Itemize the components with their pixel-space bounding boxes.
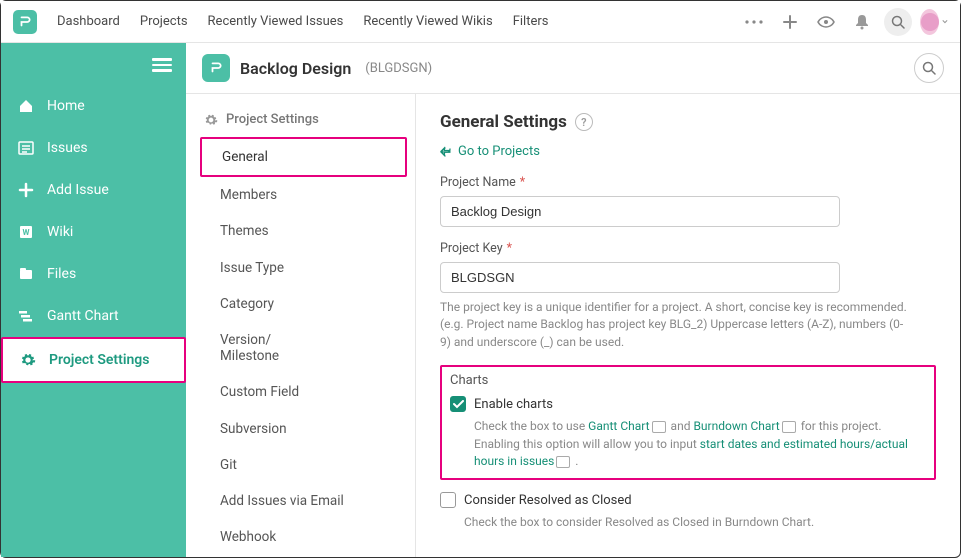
go-to-projects-link[interactable]: Go to Projects xyxy=(440,144,936,159)
settings-subnav: Project Settings General Members Themes … xyxy=(186,94,416,557)
help-icon[interactable]: ? xyxy=(575,113,593,131)
subnav-item-members[interactable]: Members xyxy=(186,177,415,213)
project-key-field: Project Key* The project key is a unique… xyxy=(440,241,936,351)
subnav-item-add-issues-email[interactable]: Add Issues via Email xyxy=(186,483,415,519)
gantt-chart-link[interactable]: Gantt Chart xyxy=(588,419,649,433)
subnav-item-themes[interactable]: Themes xyxy=(186,213,415,249)
sidebar-item-label: Add Issue xyxy=(47,182,109,198)
subnav-item-issue-type[interactable]: Issue Type xyxy=(186,250,415,286)
panel-title: General Settings ? xyxy=(440,112,936,132)
subnav-item-webhook[interactable]: Webhook xyxy=(186,519,415,555)
resolved-checkbox[interactable] xyxy=(440,492,456,508)
subnav-item-custom-field[interactable]: Custom Field xyxy=(186,374,415,410)
resolved-hint: Check the box to consider Resolved as Cl… xyxy=(464,514,934,531)
sidebar-item-add-issue[interactable]: Add Issue xyxy=(1,169,186,211)
sidebar-item-home[interactable]: Home xyxy=(1,85,186,127)
files-icon xyxy=(17,265,35,283)
user-avatar[interactable] xyxy=(920,8,948,36)
main-area: Backlog Design (BLGDSGN) Project Setting… xyxy=(186,43,960,557)
project-key-hint: The project key is a unique identifier f… xyxy=(440,299,910,351)
eye-icon[interactable] xyxy=(812,8,840,36)
app-logo[interactable] xyxy=(13,10,37,34)
gear-icon xyxy=(204,113,218,127)
project-search-icon[interactable] xyxy=(914,53,944,83)
panel-title-text: General Settings xyxy=(440,112,567,132)
project-name-input[interactable] xyxy=(440,196,840,227)
project-name-field: Project Name* xyxy=(440,175,936,227)
sidebar-item-files[interactable]: Files xyxy=(1,253,186,295)
enable-charts-label: Enable charts xyxy=(474,397,553,412)
project-key-label: Project Key* xyxy=(440,241,936,256)
home-icon xyxy=(17,97,35,115)
project-name: Backlog Design xyxy=(240,59,351,78)
sidebar-toggle-icon[interactable] xyxy=(152,55,172,75)
plus-icon[interactable] xyxy=(776,8,804,36)
gantt-icon xyxy=(17,307,35,325)
sidebar-item-wiki[interactable]: W Wiki xyxy=(1,211,186,253)
general-settings-panel: General Settings ? Go to Projects Projec… xyxy=(416,94,960,557)
subnav-item-git[interactable]: Git xyxy=(186,447,415,483)
enable-charts-row: Enable charts xyxy=(450,396,926,412)
back-arrow-icon xyxy=(440,146,452,158)
sidebar: Home Issues Add Issue W Wiki Files xyxy=(1,43,186,557)
charts-section: Charts Enable charts Check the box to us… xyxy=(440,365,936,480)
resolved-label: Consider Resolved as Closed xyxy=(464,493,632,508)
external-icon xyxy=(556,456,570,468)
enable-charts-checkbox[interactable] xyxy=(450,396,466,412)
project-key-input[interactable] xyxy=(440,262,840,293)
resolved-row: Consider Resolved as Closed xyxy=(440,492,936,508)
project-key-display: (BLGDSGN) xyxy=(365,61,432,76)
sidebar-item-label: Wiki xyxy=(47,224,73,240)
sidebar-item-gantt[interactable]: Gantt Chart xyxy=(1,295,186,337)
sidebar-item-label: Home xyxy=(47,98,85,114)
sidebar-item-label: Project Settings xyxy=(49,352,149,368)
more-icon[interactable] xyxy=(740,8,768,36)
svg-text:W: W xyxy=(23,228,30,237)
sidebar-item-label: Issues xyxy=(47,140,88,156)
sidebar-item-issues[interactable]: Issues xyxy=(1,127,186,169)
project-header: Backlog Design (BLGDSGN) xyxy=(186,43,960,94)
external-icon xyxy=(782,421,796,433)
back-link-text: Go to Projects xyxy=(458,144,540,159)
bell-icon[interactable] xyxy=(848,8,876,36)
charts-title: Charts xyxy=(450,373,926,388)
subnav-item-version-milestone[interactable]: Version/ Milestone xyxy=(186,322,415,374)
project-name-label: Project Name* xyxy=(440,175,936,190)
wiki-icon: W xyxy=(17,223,35,241)
project-logo xyxy=(202,54,230,82)
plus-icon xyxy=(17,181,35,199)
nav-dashboard[interactable]: Dashboard xyxy=(49,10,128,33)
nav-filters[interactable]: Filters xyxy=(505,10,557,33)
sidebar-item-label: Gantt Chart xyxy=(47,308,119,324)
top-nav: Dashboard Projects Recently Viewed Issue… xyxy=(1,1,960,43)
burndown-chart-link[interactable]: Burndown Chart xyxy=(693,419,779,433)
external-icon xyxy=(652,421,666,433)
subnav-item-general[interactable]: General xyxy=(200,137,407,177)
charts-hint: Check the box to use Gantt Chart and Bur… xyxy=(474,418,926,470)
resolved-section: Consider Resolved as Closed Check the bo… xyxy=(440,492,936,531)
sidebar-item-label: Files xyxy=(47,266,76,282)
subnav-item-category[interactable]: Category xyxy=(186,286,415,322)
gear-icon xyxy=(19,351,37,369)
nav-recent-issues[interactable]: Recently Viewed Issues xyxy=(200,10,352,33)
list-icon xyxy=(17,139,35,157)
subnav-title-text: Project Settings xyxy=(226,112,319,127)
sidebar-item-project-settings[interactable]: Project Settings xyxy=(1,337,186,383)
nav-recent-wikis[interactable]: Recently Viewed Wikis xyxy=(355,10,500,33)
subnav-item-subversion[interactable]: Subversion xyxy=(186,411,415,447)
nav-projects[interactable]: Projects xyxy=(132,10,196,33)
search-icon[interactable] xyxy=(884,8,912,36)
chevron-down-icon xyxy=(942,19,948,24)
subnav-title: Project Settings xyxy=(186,108,415,137)
